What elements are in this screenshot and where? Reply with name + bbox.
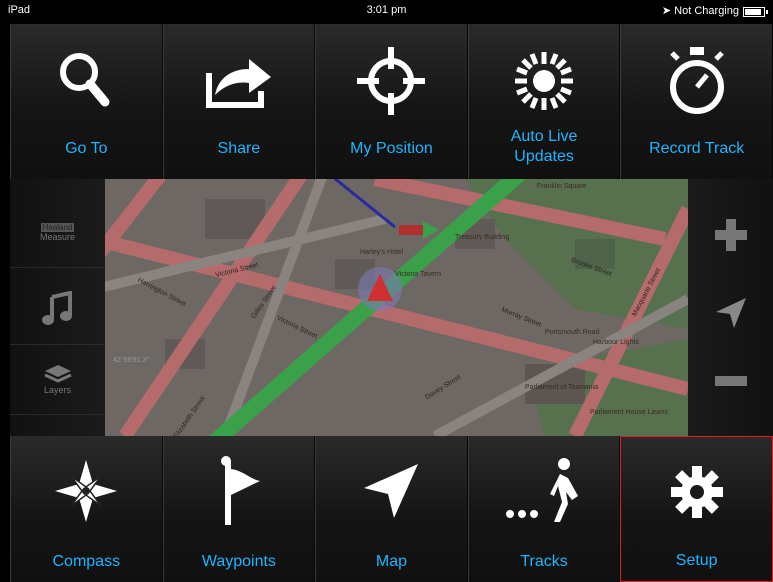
place-label: Harbour Lights [593,339,639,346]
compass-rose-icon [11,456,162,526]
charging-status: ➤ Not Charging [661,5,739,17]
charging-text: Not Charging [674,5,739,17]
record-track-label: Record Track [649,140,745,157]
top-menu: Go To Share My Position Auto Live Update… [10,24,773,179]
battery-icon [743,7,768,17]
layers-button[interactable]: Layers [10,344,105,415]
zoom-out-button[interactable] [688,345,773,417]
measure-tag: Haaland [40,222,75,232]
gear-icon [621,457,772,527]
zoom-out-icon [714,376,747,386]
measure-label: Measure [39,231,75,242]
place-label: Franklin Square [537,183,587,190]
auto-live-updates-button[interactable]: Auto Live Updates [467,24,621,179]
crosshair-icon [316,46,467,116]
music-button[interactable] [10,274,105,345]
status-bar: iPad 3:01 pm ➤ Not Charging [0,0,773,22]
place-label: Parliament of Tasmania [525,384,599,391]
setup-button[interactable]: Setup [620,436,773,582]
layers-label: Layers [43,385,71,395]
auto-live-updates-label: Auto Live Updates [510,128,578,165]
compass-label: Compass [52,553,121,570]
place-label: Parliament House Lawns [590,409,668,416]
tracks-button[interactable]: Tracks [467,436,621,582]
my-position-label: My Position [350,140,433,157]
share-label: Share [217,140,261,157]
navigation-arrow-icon [715,298,746,328]
zoom-in-button[interactable] [688,199,773,271]
setup-label: Setup [675,552,718,569]
map-view[interactable]: Harley's Hotel Victoria Tavern Franklin … [105,179,688,436]
flag-icon [164,456,315,526]
compass-button[interactable]: Compass [10,436,163,582]
layers-icon [43,365,72,383]
sun-burst-icon [469,46,620,116]
map-button[interactable]: Map [315,436,468,582]
my-position-button[interactable]: My Position [315,24,468,179]
measure-button[interactable]: Haaland Measure [10,197,105,268]
walking-person-icon [469,456,620,526]
place-label: Treasury Building [455,234,510,241]
status-time: 3:01 pm [366,4,407,16]
left-sidebar: Haaland Measure Layers [10,179,105,436]
stopwatch-icon [621,46,772,116]
navigation-arrow-icon [316,456,467,526]
center-location-button[interactable] [688,277,773,349]
search-icon [11,46,162,116]
place-label: Portsmouth Road [545,329,600,336]
share-button[interactable]: Share [162,24,316,179]
coordinate-readout: 42°58'51.3" [113,357,149,364]
bottom-menu: Compass Waypoints Map Tracks Setup [10,436,773,582]
waypoints-label: Waypoints [201,553,276,570]
record-track-button[interactable]: Record Track [620,24,773,179]
right-sidebar [688,179,773,436]
goto-button[interactable]: Go To [10,24,163,179]
map-label: Map [375,553,408,570]
tracks-label: Tracks [520,553,568,570]
battery-fill [745,9,761,15]
music-note-icon [41,291,72,325]
place-label: Victoria Tavern [395,271,442,278]
map-area: Haaland Measure Layers Harley's Hotel Vi… [10,179,773,436]
waypoints-button[interactable]: Waypoints [162,436,316,582]
share-icon [164,46,315,116]
zoom-in-icon [714,219,747,251]
place-label: Harley's Hotel [360,249,404,256]
goto-label: Go To [65,140,108,157]
